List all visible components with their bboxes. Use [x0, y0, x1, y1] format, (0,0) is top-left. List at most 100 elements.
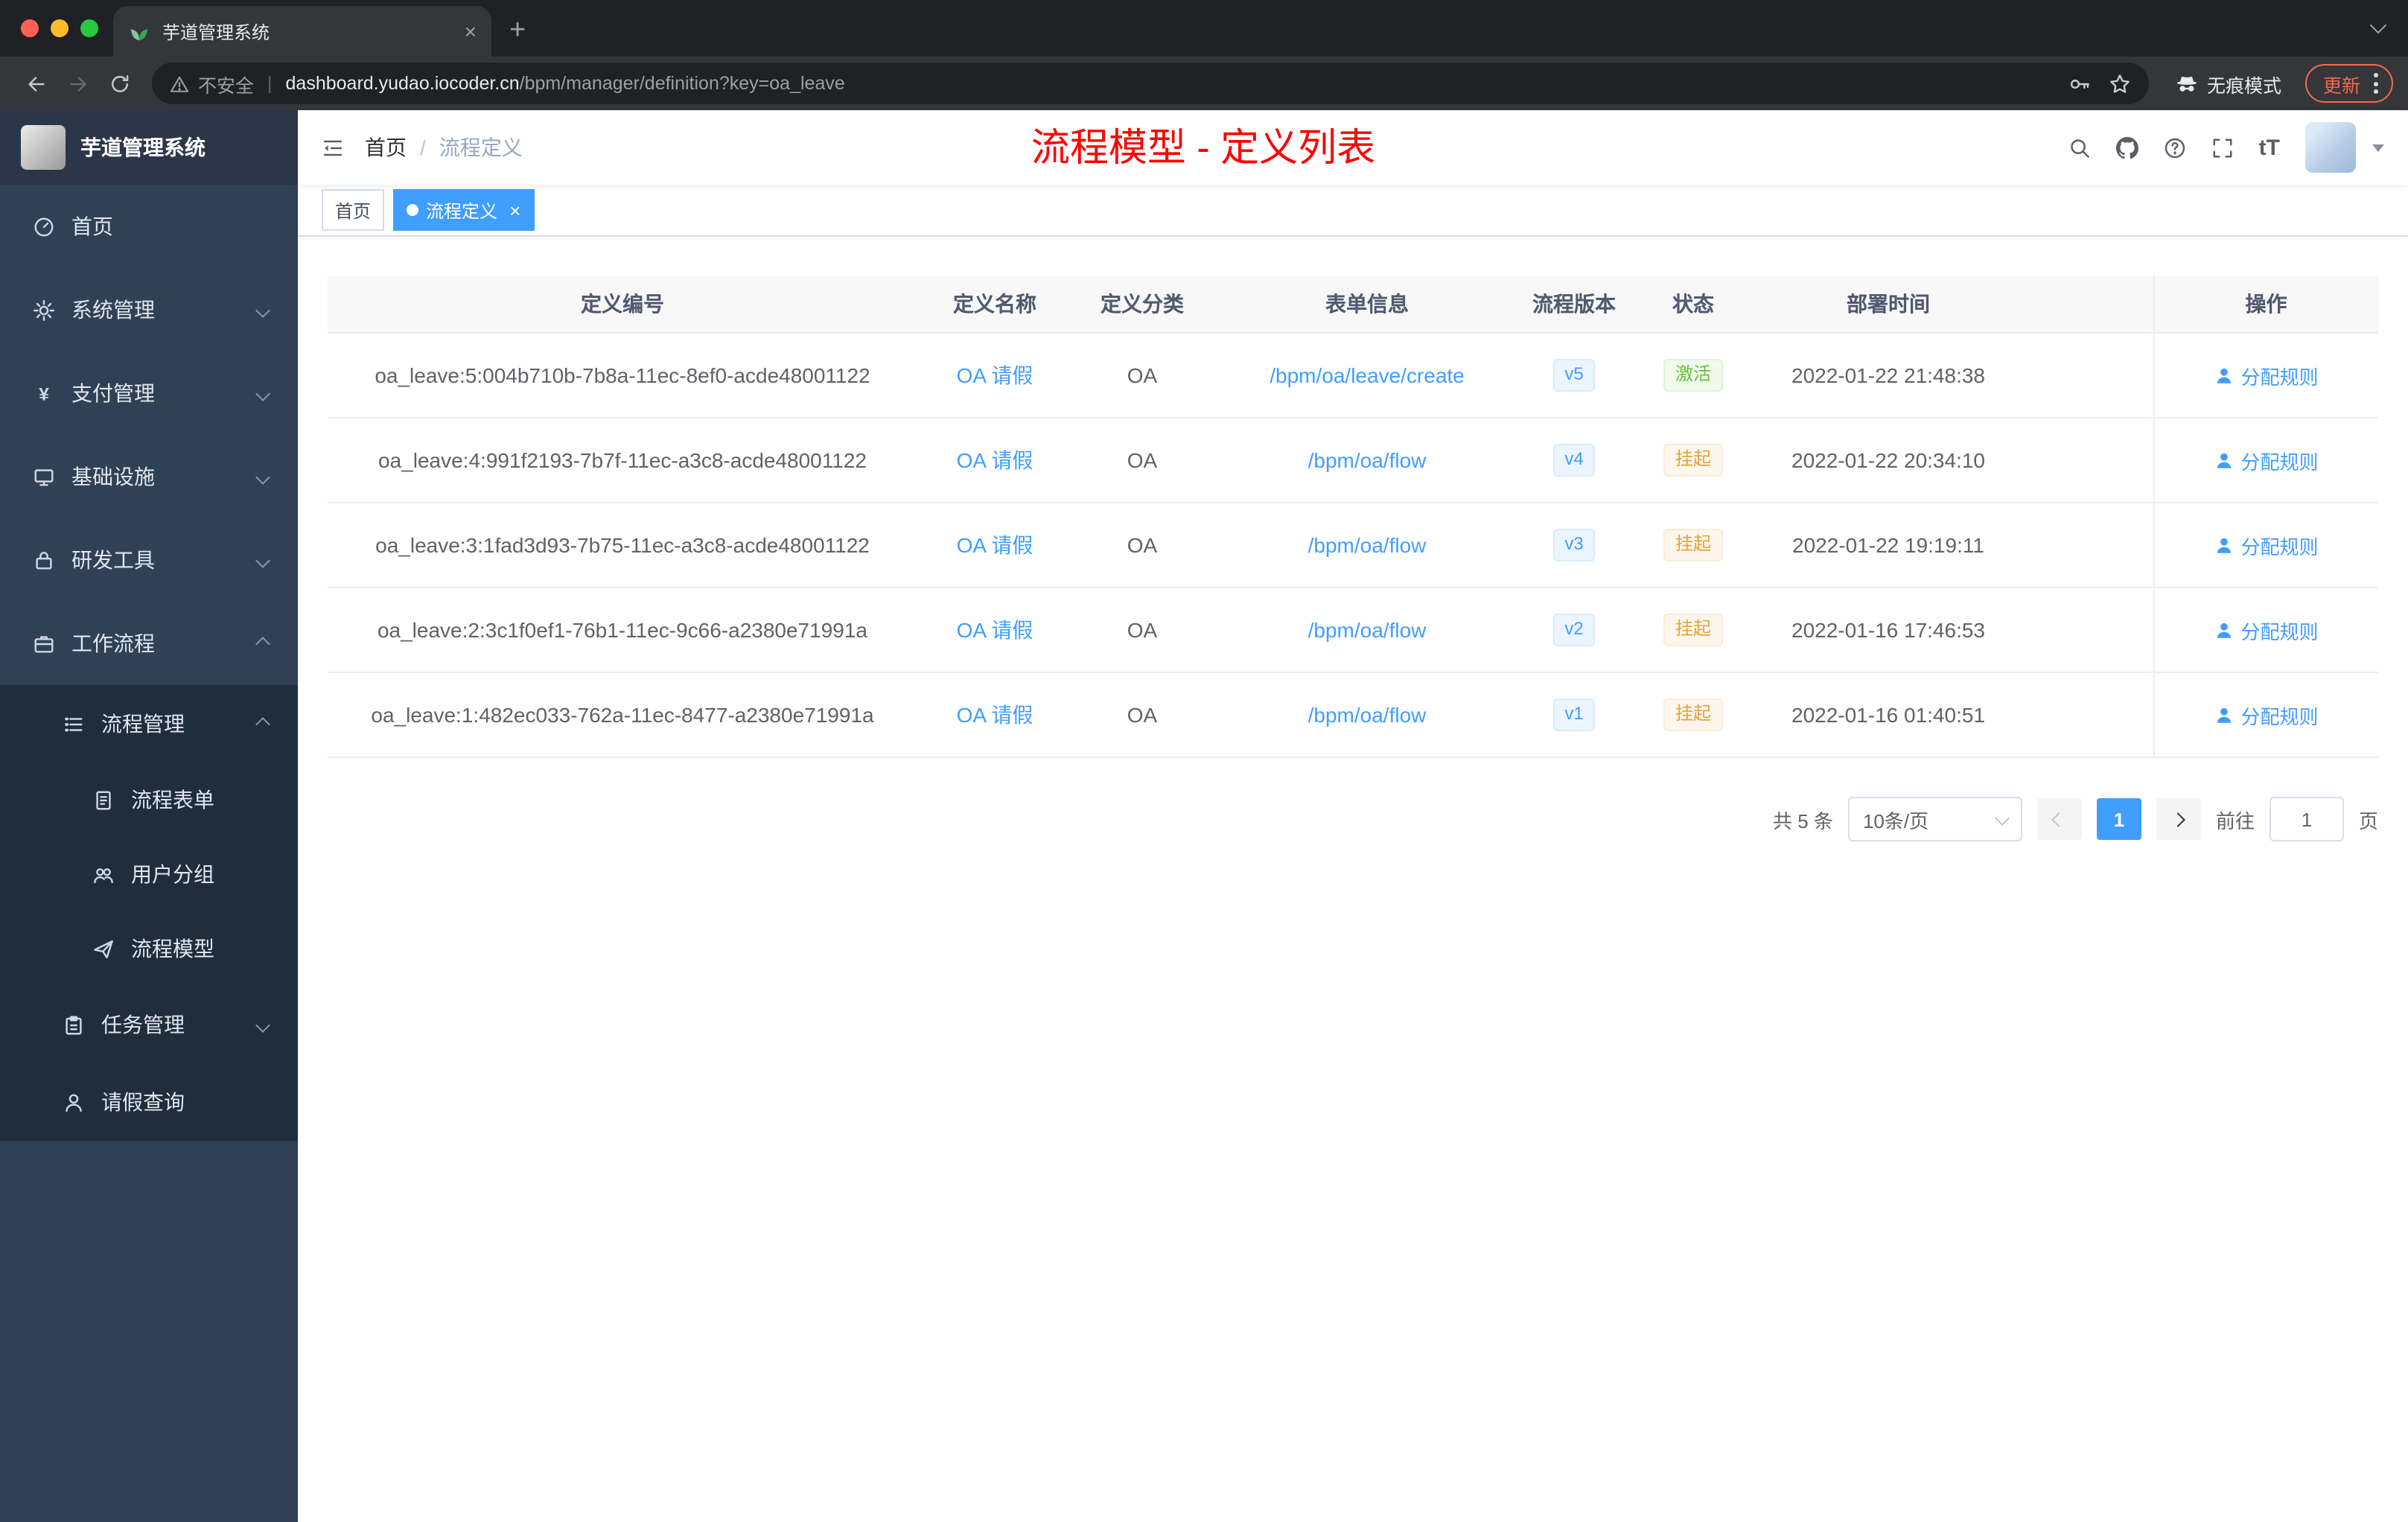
sidebar-item-process-model[interactable]: 流程模型	[0, 911, 298, 986]
task-management-icon	[63, 1013, 86, 1036]
github-icon[interactable]	[2115, 136, 2138, 159]
total-count: 共 5 条	[1773, 809, 1833, 832]
definition-name-link[interactable]: OA 请假	[957, 363, 1033, 387]
reload-button[interactable]	[98, 63, 140, 104]
tag-label: 流程定义	[426, 200, 498, 221]
password-key-icon[interactable]	[2068, 72, 2091, 95]
sidebar-item-label: 流程表单	[131, 788, 214, 812]
form-info-link[interactable]: /bpm/oa/flow	[1308, 448, 1427, 472]
next-page-button[interactable]	[2156, 798, 2201, 840]
app-main: 芋道管理系统 首页系统管理 ¥ 支付管理基础设施 研发工具 工作流程 流程管理流程表单用户…	[0, 110, 2408, 1522]
sidebar-item-user-group[interactable]: 用户分组	[0, 837, 298, 911]
deploy-time: 2022-01-22 20:34:10	[1760, 418, 2016, 503]
breadcrumb-current: 流程定义	[439, 136, 523, 159]
sidebar-item-label: 首页	[71, 214, 113, 238]
breadcrumb-home[interactable]: 首页	[365, 133, 407, 162]
sidebar-item-home[interactable]: 首页	[0, 185, 298, 268]
goto-page-input[interactable]	[2269, 797, 2344, 841]
model-icon	[92, 937, 116, 960]
goto-suffix: 页	[2358, 809, 2378, 832]
tab-close-icon[interactable]: ×	[465, 19, 477, 43]
sidebar-item-payment[interactable]: ¥ 支付管理	[0, 351, 298, 435]
chevron-down-icon	[255, 553, 270, 567]
column-header: 定义编号	[328, 276, 917, 334]
sidebar-item-system[interactable]: 系统管理	[0, 268, 298, 351]
sidebar-item-process-form[interactable]: 流程表单	[0, 762, 298, 837]
sidebar-logo[interactable]: 芋道管理系统	[0, 110, 298, 185]
tag-close-icon[interactable]: ×	[509, 200, 520, 220]
tab-search-chevron-icon[interactable]	[2369, 12, 2387, 39]
breadcrumb: 首页 / 流程定义	[365, 133, 523, 162]
app-navbar: 首页 / 流程定义 流程模型 - 定义列表 tT	[298, 110, 2408, 185]
kebab-menu-icon[interactable]	[2371, 70, 2381, 97]
sidebar-item-leave-query[interactable]: 请假查询	[0, 1063, 298, 1141]
sidebar-item-label: 支付管理	[71, 381, 155, 405]
pagination: 共 5 条 10条/页 1 前往 页	[328, 797, 2378, 841]
chevron-up-icon	[255, 636, 270, 651]
sidebar-item-task-management[interactable]: 任务管理	[0, 986, 298, 1063]
definition-id: oa_leave:3:1fad3d93-7b75-11ec-a3c8-acde4…	[328, 503, 917, 588]
assign-rule-link[interactable]: 分配规则	[2214, 701, 2319, 729]
definition-name-link[interactable]: OA 请假	[957, 703, 1033, 727]
sidebar-item-infrastructure[interactable]: 基础设施	[0, 435, 298, 518]
avatar-caret-down-icon[interactable]	[2372, 144, 2384, 151]
definition-id: oa_leave:1:482ec033-762a-11ec-8477-a2380…	[328, 672, 917, 758]
font-size-icon[interactable]: tT	[2259, 135, 2280, 160]
process-management-icon	[63, 713, 86, 735]
deploy-time: 2022-01-16 01:40:51	[1760, 672, 2016, 758]
chevron-up-icon	[255, 716, 270, 731]
new-tab-button[interactable]: +	[509, 6, 526, 57]
version-badge: v1	[1552, 698, 1596, 731]
sidebar-item-devtools[interactable]: 研发工具	[0, 518, 298, 602]
help-icon[interactable]	[2164, 136, 2186, 159]
definition-row: oa_leave:4:991f2193-7b7f-11ec-a3c8-acde4…	[328, 418, 2378, 503]
user-avatar[interactable]	[2305, 122, 2356, 173]
sidebar-item-label: 请假查询	[101, 1090, 185, 1114]
back-button[interactable]	[15, 63, 57, 104]
status-badge: 激活	[1663, 359, 1723, 392]
sidebar-menu: 首页系统管理 ¥ 支付管理基础设施 研发工具 工作流程 流程管理流程表单用户分组 流程模型任…	[0, 185, 298, 1141]
form-info-link[interactable]: /bpm/oa/flow	[1308, 618, 1427, 642]
view-tag[interactable]: 首页	[322, 189, 385, 231]
form-info-link[interactable]: /bpm/oa/flow	[1308, 533, 1427, 557]
version-badge: v4	[1552, 444, 1596, 477]
definition-row: oa_leave:3:1fad3d93-7b75-11ec-a3c8-acde4…	[328, 503, 2378, 588]
address-bar[interactable]: 不安全 | dashboard.yudao.iocoder.cn/bpm/man…	[152, 63, 2149, 104]
assign-rule-link[interactable]: 分配规则	[2214, 361, 2319, 389]
logo-title: 芋道管理系统	[80, 136, 206, 159]
page-size-select[interactable]: 10条/页	[1847, 797, 2022, 841]
minimize-window-button[interactable]	[51, 19, 69, 37]
column-header: 状态	[1626, 276, 1760, 334]
forward-button[interactable]	[57, 63, 98, 104]
definition-name-link[interactable]: OA 请假	[957, 448, 1033, 472]
version-badge: v2	[1552, 614, 1596, 646]
assign-rule-link[interactable]: 分配规则	[2214, 531, 2319, 559]
chevron-down-icon	[255, 469, 270, 484]
breadcrumb-separator: /	[420, 136, 426, 159]
bookmark-star-icon[interactable]	[2109, 72, 2131, 95]
browser-tab[interactable]: 芋道管理系统 ×	[113, 6, 491, 57]
prev-page-button[interactable]	[2036, 798, 2082, 840]
svg-text:¥: ¥	[39, 383, 49, 404]
update-button[interactable]: 更新	[2305, 64, 2393, 103]
assign-rule-link[interactable]: 分配规则	[2214, 616, 2319, 644]
user-group-icon	[92, 863, 116, 885]
definition-category: OA	[1072, 418, 1212, 503]
search-icon[interactable]	[2068, 136, 2091, 159]
form-info-link[interactable]: /bpm/oa/leave/create	[1270, 363, 1465, 387]
definition-name-link[interactable]: OA 请假	[957, 533, 1033, 557]
assign-rule-link[interactable]: 分配规则	[2214, 446, 2319, 474]
definition-category: OA	[1072, 672, 1212, 758]
incognito-icon	[2176, 72, 2198, 95]
definition-name-link[interactable]: OA 请假	[957, 618, 1033, 642]
sidebar-fold-icon[interactable]	[322, 136, 344, 159]
tag-label: 首页	[335, 200, 372, 221]
page-number-button[interactable]: 1	[2096, 798, 2141, 840]
maximize-window-button[interactable]	[80, 19, 98, 37]
close-window-button[interactable]	[21, 19, 39, 37]
view-tag[interactable]: 流程定义 ×	[393, 189, 535, 231]
sidebar-item-process-management[interactable]: 流程管理	[0, 685, 298, 762]
fullscreen-icon[interactable]	[2211, 136, 2234, 159]
sidebar-item-workflow[interactable]: 工作流程	[0, 602, 298, 685]
form-info-link[interactable]: /bpm/oa/flow	[1308, 703, 1427, 727]
